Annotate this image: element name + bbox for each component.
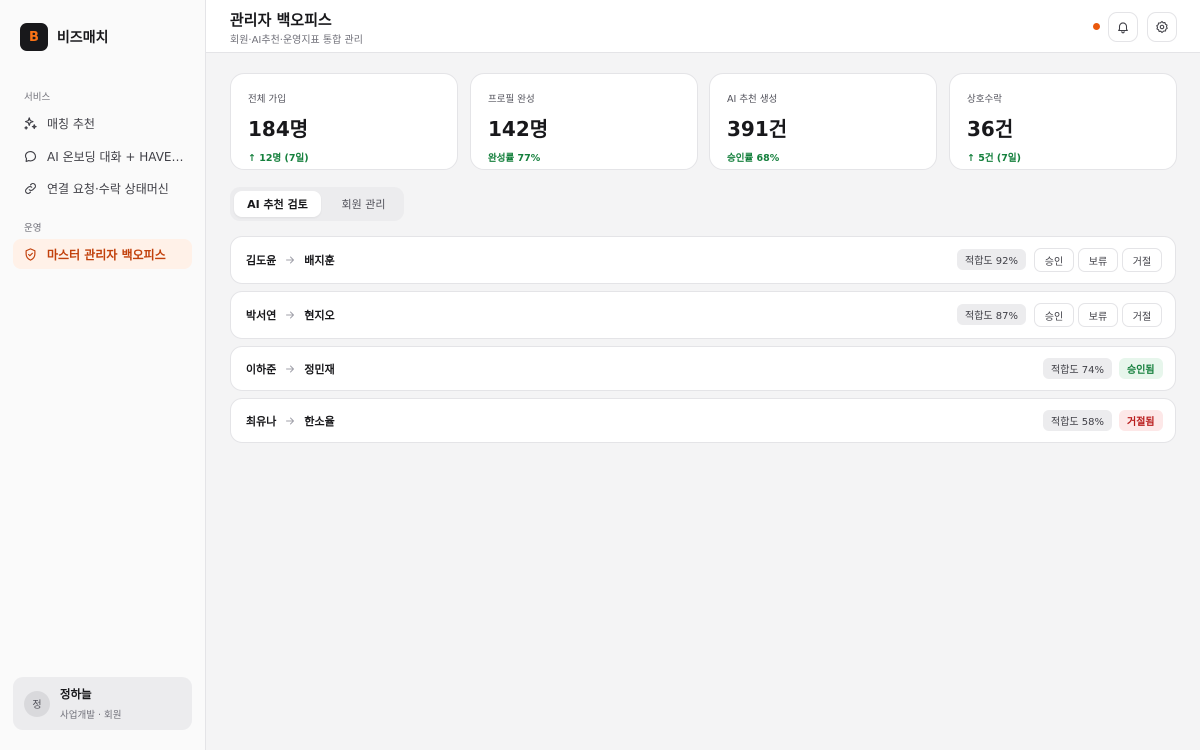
section-label-service: 서비스 [24, 92, 51, 103]
sidebar-item-label: 매칭 추천 [47, 116, 95, 131]
fit-score-badge: 적합도 58% [1043, 410, 1113, 431]
stat-card-ai-recommendations: AI 추천 생성 391건 승인률 68% [709, 73, 937, 170]
approve-button[interactable]: 승인 [1034, 303, 1074, 327]
section-label-ops: 운영 [24, 223, 42, 234]
from-member: 김도윤 [246, 254, 277, 267]
stat-label: 상호수락 [967, 94, 1002, 105]
chat-bubble-icon [24, 150, 37, 162]
sidebar-item-matching[interactable]: 매칭 추천 [13, 108, 192, 138]
match-pair: 박서연 현지오 [246, 307, 335, 323]
recommendation-row: 김도윤 배지훈 적합도 92% 승인 보류 거절 [230, 236, 1176, 284]
brand-name: 비즈매치 [57, 30, 109, 46]
stat-card-signups: 전체 가입 184명 ↑ 12명 (7일) [230, 73, 458, 170]
to-member: 정민재 [304, 363, 335, 376]
stat-value: 36건 [967, 117, 1014, 141]
user-card[interactable]: 정 정하늘 사업개발 · 회원 [13, 677, 192, 730]
hold-button[interactable]: 보류 [1078, 248, 1118, 272]
sidebar-item-onboarding[interactable]: AI 온보딩 대화 + HAVE·WANT [13, 141, 192, 171]
sparkles-icon [24, 116, 37, 130]
tab-member-management[interactable]: 회원 관리 [327, 191, 400, 217]
fit-score-badge: 적합도 92% [957, 249, 1027, 270]
match-pair: 최유나 한소율 [246, 413, 335, 429]
sidebar-item-label: 마스터 관리자 백오피스 [47, 247, 166, 262]
stat-delta: ↑ 12명 (7일) [248, 153, 309, 164]
fit-score-badge: 적합도 87% [957, 304, 1027, 325]
shield-icon [25, 247, 36, 261]
status-badge-rejected: 거절됨 [1119, 410, 1163, 431]
recommendation-row: 이하준 정민재 적합도 74% 승인됨 [230, 346, 1176, 391]
from-member: 이하준 [246, 363, 277, 376]
stat-delta: ↑ 5건 (7일) [967, 153, 1021, 164]
stat-label: 전체 가입 [248, 94, 286, 105]
to-member: 한소율 [304, 415, 335, 428]
stat-value: 184명 [248, 117, 309, 141]
header: 관리자 백오피스 회원·AI추천·운영지표 통합 관리 [206, 0, 1200, 53]
stat-card-mutual-accept: 상호수락 36건 ↑ 5건 (7일) [949, 73, 1177, 170]
match-pair: 김도윤 배지훈 [246, 252, 335, 268]
hold-button[interactable]: 보류 [1078, 303, 1118, 327]
user-role: 사업개발 · 회원 [60, 710, 122, 721]
page-title: 관리자 백오피스 [230, 11, 332, 29]
sidebar-item-connection[interactable]: 연결 요청·수락 상태머신 [13, 173, 192, 203]
match-pair: 이하준 정민재 [246, 361, 335, 377]
approve-button[interactable]: 승인 [1034, 248, 1074, 272]
stat-card-profile-complete: 프로필 완성 142명 완성률 77% [470, 73, 698, 170]
arrow-right-icon [286, 365, 295, 373]
tab-ai-review[interactable]: AI 추천 검토 [234, 191, 321, 217]
bell-icon [1118, 22, 1128, 34]
sidebar-item-label: AI 온보딩 대화 + HAVE·WANT [47, 149, 187, 164]
from-member: 최유나 [246, 415, 277, 428]
sidebar: B 비즈매치 서비스 매칭 추천 AI 온보딩 대화 + HAVE·WANT 연… [0, 0, 206, 750]
sidebar-item-admin[interactable]: 마스터 관리자 백오피스 [13, 239, 192, 269]
recommendation-row: 박서연 현지오 적합도 87% 승인 보류 거절 [230, 291, 1176, 339]
gear-icon [1156, 20, 1168, 34]
reject-button[interactable]: 거절 [1122, 248, 1162, 272]
arrow-right-icon [286, 311, 295, 319]
page-subtitle: 회원·AI추천·운영지표 통합 관리 [230, 35, 363, 46]
status-badge-approved: 승인됨 [1119, 358, 1163, 379]
fit-score-badge: 적합도 74% [1043, 358, 1113, 379]
reject-button[interactable]: 거절 [1122, 303, 1162, 327]
user-name: 정하늘 [60, 687, 92, 701]
link-icon [25, 182, 36, 194]
from-member: 박서연 [246, 309, 277, 322]
recommendation-row: 최유나 한소율 적합도 58% 거절됨 [230, 398, 1176, 443]
arrow-right-icon [286, 256, 295, 264]
settings-button[interactable] [1147, 12, 1177, 42]
avatar: 정 [24, 690, 50, 717]
brand[interactable]: B 비즈매치 [20, 23, 109, 51]
stat-value: 391건 [727, 117, 788, 141]
stat-label: AI 추천 생성 [727, 94, 778, 105]
stat-label: 프로필 완성 [488, 94, 535, 105]
notifications-button[interactable] [1108, 12, 1138, 42]
to-member: 현지오 [304, 309, 335, 322]
stat-delta: 완성률 77% [488, 153, 541, 164]
arrow-right-icon [286, 417, 295, 425]
status-dot [1093, 23, 1100, 30]
to-member: 배지훈 [304, 254, 335, 267]
stat-delta: 승인률 68% [727, 153, 780, 164]
brand-logo: B [20, 23, 48, 51]
sidebar-item-label: 연결 요청·수락 상태머신 [47, 181, 169, 196]
tab-bar: AI 추천 검토 회원 관리 [230, 187, 404, 221]
stat-value: 142명 [488, 117, 549, 141]
